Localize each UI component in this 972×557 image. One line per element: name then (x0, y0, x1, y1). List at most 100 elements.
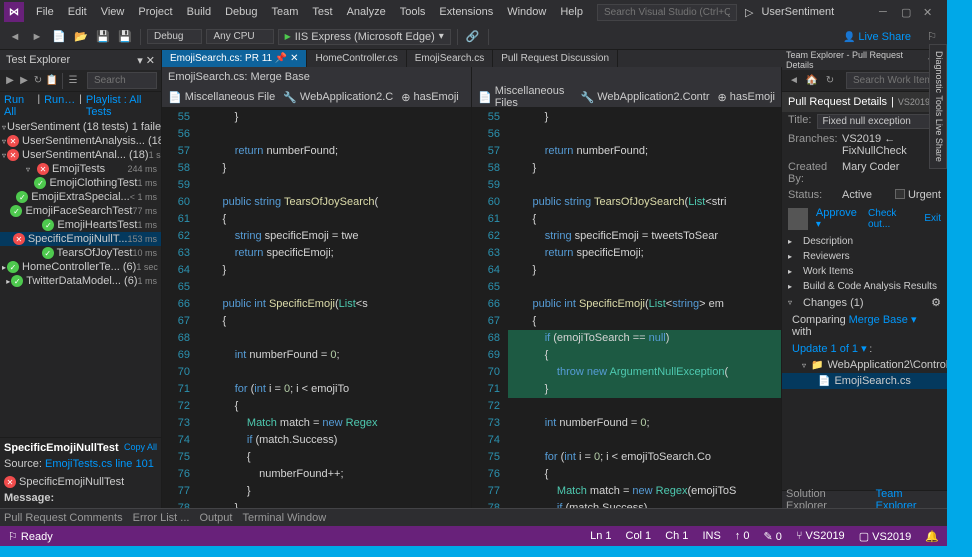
col-indicator[interactable]: Col 1 (626, 530, 652, 543)
code-editor-left[interactable]: 5556575859606162636465666768697071727374… (162, 107, 471, 508)
breadcrumb-project[interactable]: 🔧 WebApplication2.Contr (581, 91, 710, 104)
team-explorer-tab[interactable]: Team Explorer (876, 488, 943, 509)
maximize-icon[interactable]: ▢ (901, 6, 913, 18)
folder-node[interactable]: ▿📁 WebApplication2\Controllers (782, 357, 947, 373)
document-tab[interactable]: HomeController.cs (307, 50, 406, 67)
pin-icon[interactable]: ▾ ✕ (137, 54, 155, 67)
menu-debug[interactable]: Debug (219, 4, 263, 20)
menu-view[interactable]: View (95, 4, 131, 20)
platform-dropdown[interactable]: Any CPU (206, 29, 273, 44)
test-node[interactable]: ✕SpecificEmojiNullT...153 ms (0, 232, 161, 246)
changes-settings-icon[interactable]: ⚙ (931, 296, 941, 309)
save-all-icon[interactable]: 💾 (116, 28, 134, 46)
breadcrumb-file[interactable]: 📄 Miscellaneous File (168, 91, 275, 104)
test-search-input[interactable] (87, 72, 157, 89)
menu-extensions[interactable]: Extensions (433, 4, 499, 20)
menu-test[interactable]: Test (306, 4, 338, 20)
breadcrumb-file[interactable]: 📄 Miscellaneous Files (478, 85, 573, 109)
test-node[interactable]: ✓EmojiExtraSpecial...< 1 ms (0, 190, 161, 204)
browser-link-icon[interactable]: 🔗 (464, 28, 482, 46)
test-node[interactable]: ✓TearsOfJoyTest10 ms (0, 246, 161, 260)
breadcrumb-project[interactable]: 🔧 WebApplication2.C (283, 91, 393, 104)
menu-edit[interactable]: Edit (62, 4, 93, 20)
approve-button[interactable]: Approve ▾ (816, 207, 860, 230)
feedback-icon[interactable]: ⚐ (923, 28, 941, 46)
test-node[interactable]: ▸✓HomeControllerTe... (6)1 sec (0, 260, 161, 274)
refresh-icon[interactable]: ↻ (822, 73, 838, 89)
diagnostic-tools-tab[interactable]: Diagnostic Tools Live Share (929, 44, 947, 169)
code-editor-right[interactable]: 5556575859606162636465666768697071727374… (472, 107, 781, 508)
playlist-icon[interactable]: 📋 (46, 73, 58, 89)
nav-back-icon[interactable]: ◄ (6, 28, 24, 46)
changes-section[interactable]: ▿Changes (1)⚙ (782, 294, 947, 311)
test-node[interactable]: ✓EmojiClothingTest1 ms (0, 176, 161, 190)
sync-down[interactable]: ✎ 0 (763, 530, 781, 543)
merge-base-dropdown[interactable]: Merge Base ▾ (849, 314, 917, 326)
document-tab[interactable]: EmojiSearch.cs: PR 11 📌 ✕ (162, 50, 307, 67)
checkout-button[interactable]: Check out... (868, 208, 916, 230)
ch-indicator[interactable]: Ch 1 (665, 530, 688, 543)
run-icon[interactable]: ▶ (18, 73, 30, 89)
branch-indicator[interactable]: ⑂ VS2019 (796, 530, 845, 543)
menu-project[interactable]: Project (132, 4, 178, 20)
source-link[interactable]: EmojiTests.cs line 101 (45, 458, 154, 470)
close-icon[interactable]: ✕ (923, 6, 935, 18)
test-link[interactable]: Playlist : All Tests (86, 94, 157, 118)
menu-help[interactable]: Help (554, 4, 589, 20)
breadcrumb-method[interactable]: ⊕ hasEmoji (718, 91, 775, 104)
update-dropdown[interactable]: Update 1 of 1 ▾ (792, 343, 867, 355)
menu-file[interactable]: File (30, 4, 60, 20)
te-section[interactable]: ▸Work Items (782, 264, 947, 279)
live-share-button[interactable]: 👤 Live Share (843, 31, 919, 43)
back-icon[interactable]: ◄ (786, 73, 802, 89)
menu-window[interactable]: Window (501, 4, 552, 20)
bottom-tab[interactable]: Output (199, 512, 232, 524)
refresh-icon[interactable]: ↻ (32, 73, 44, 89)
save-icon[interactable]: 💾 (94, 28, 112, 46)
test-node[interactable]: ▿✕EmojiTests244 ms (0, 162, 161, 176)
global-search-input[interactable] (597, 4, 737, 21)
created-by[interactable]: Mary Coder (842, 161, 899, 185)
new-file-icon[interactable]: 📄 (50, 28, 68, 46)
sync-up[interactable]: ↑ 0 (735, 530, 750, 543)
test-node[interactable]: ✓EmojiHeartsTest1 ms (0, 218, 161, 232)
test-link[interactable]: Run All (4, 94, 33, 118)
filter-icon[interactable]: ☰ (67, 73, 79, 89)
te-section[interactable]: ▸Reviewers (782, 249, 947, 264)
te-section[interactable]: ▸Build & Code Analysis Results (782, 279, 947, 294)
run-all-icon[interactable]: ▶ (4, 73, 16, 89)
menu-analyze[interactable]: Analyze (341, 4, 392, 20)
document-tab[interactable]: Pull Request Discussion (493, 50, 618, 67)
repo-indicator[interactable]: ▢ VS2019 (859, 530, 912, 543)
exit-button[interactable]: Exit (924, 213, 941, 224)
changed-file[interactable]: 📄 EmojiSearch.cs (782, 373, 947, 389)
open-icon[interactable]: 📂 (72, 28, 90, 46)
te-section[interactable]: ▸Description (782, 234, 947, 249)
ins-indicator[interactable]: INS (702, 530, 720, 543)
pr-title-input[interactable] (817, 114, 947, 129)
breadcrumb-method[interactable]: ⊕ hasEmoji (401, 91, 458, 104)
test-node[interactable]: ▿✕UserSentimentAnalysis... (18)1 sec (0, 134, 161, 148)
menu-build[interactable]: Build (181, 4, 217, 20)
start-debug-button[interactable]: ▶IIS Express (Microsoft Edge) ▾ (278, 29, 451, 45)
bottom-tab[interactable]: Terminal Window (242, 512, 326, 524)
test-node[interactable]: ▿✕UserSentimentAnal... (18)1 sec (0, 148, 161, 162)
bottom-tab[interactable]: Error List ... (133, 512, 190, 524)
user-badge[interactable]: UserSentiment (755, 4, 840, 20)
urgent-checkbox[interactable] (895, 189, 905, 199)
nav-fwd-icon[interactable]: ► (28, 28, 46, 46)
test-node[interactable]: ✓EmojiFaceSearchTest77 ms (0, 204, 161, 218)
bottom-tab[interactable]: Pull Request Comments (4, 512, 123, 524)
launch-icon[interactable]: ▷ (745, 6, 753, 19)
minimize-icon[interactable]: ─ (879, 6, 891, 18)
solution-explorer-tab[interactable]: Solution Explorer (786, 488, 866, 509)
line-indicator[interactable]: Ln 1 (590, 530, 611, 543)
home-icon[interactable]: 🏠 (804, 73, 820, 89)
test-node[interactable]: ▸✓TwitterDataModel... (6)1 ms (0, 274, 161, 288)
document-tab[interactable]: EmojiSearch.cs (407, 50, 493, 67)
test-summary[interactable]: ▿UserSentiment (18 tests) 1 failed (0, 120, 161, 134)
copy-all-link[interactable]: Copy All (124, 442, 157, 452)
notification-icon[interactable]: 🔔 (925, 530, 939, 543)
menu-tools[interactable]: Tools (394, 4, 432, 20)
test-link[interactable]: Run… (44, 94, 75, 118)
